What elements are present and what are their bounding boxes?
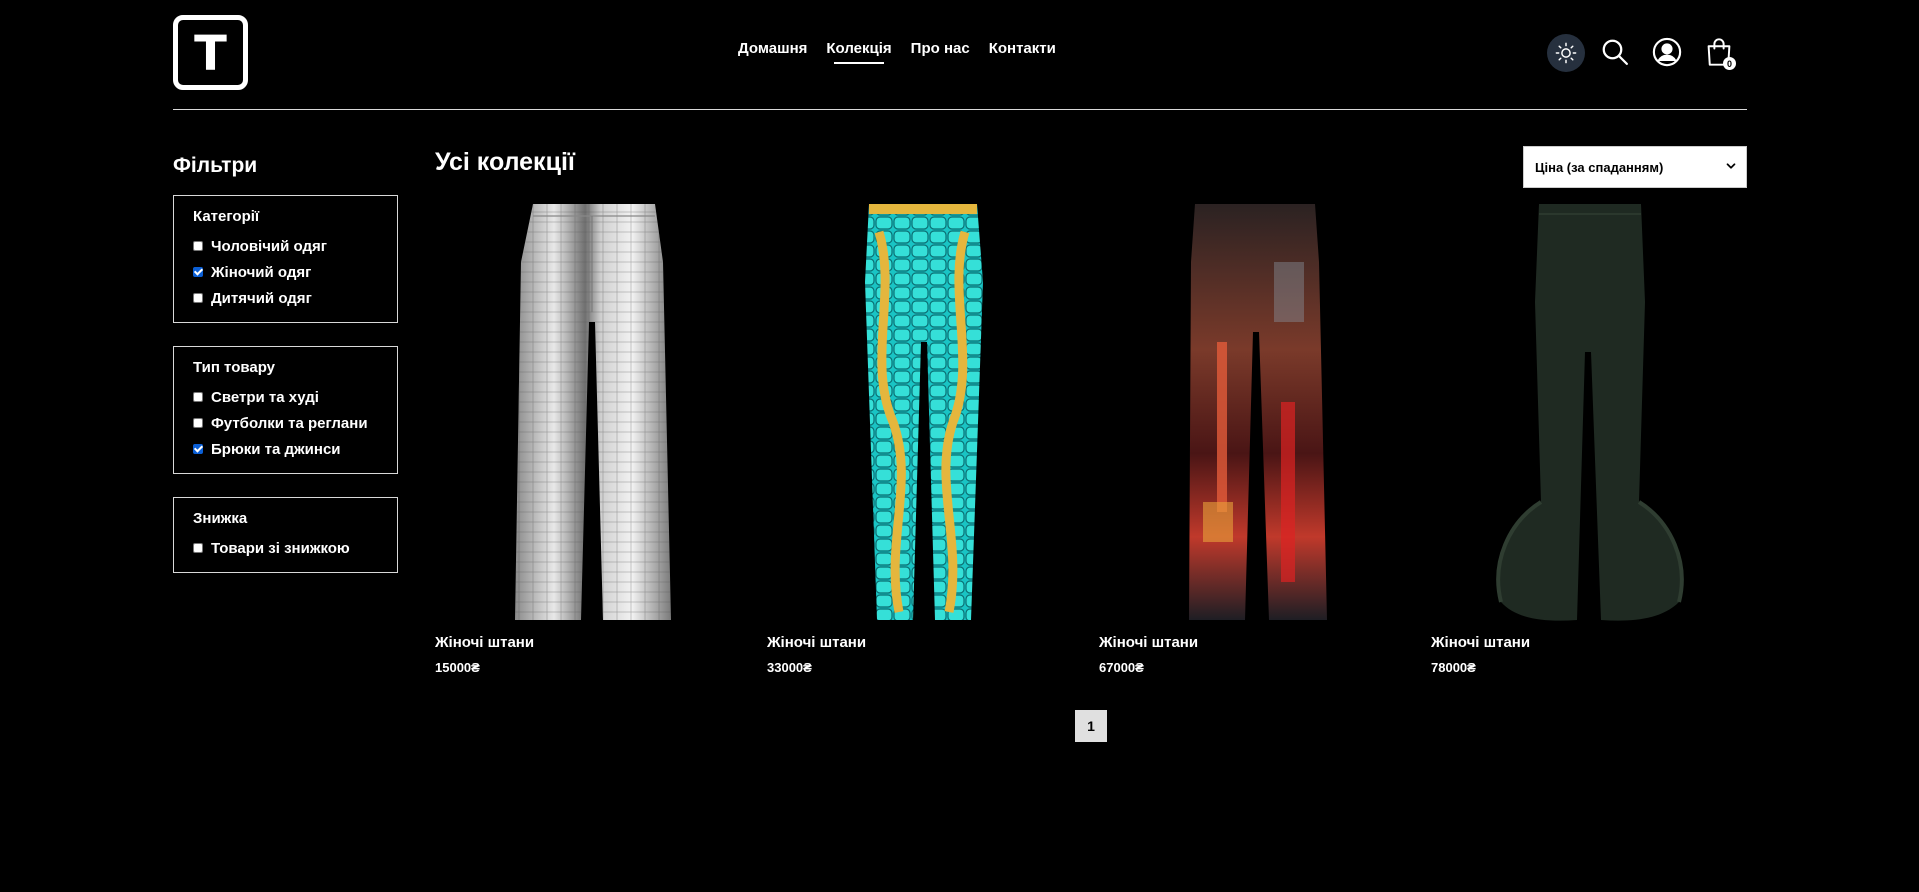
- product-grid: Жіночі штани 15000₴ Жіночі штани 33000₴ …: [435, 202, 1763, 675]
- product-price: 78000₴: [1431, 660, 1476, 675]
- filter-group-title: Тип товару: [193, 359, 276, 376]
- product-card[interactable]: Жіночі штани 67000₴: [1099, 202, 1431, 675]
- search-icon: [1602, 39, 1628, 65]
- filter-option-kids[interactable]: Дитячий одяг: [193, 285, 379, 311]
- sort-selected-value: Ціна (за спаданням): [1535, 159, 1664, 175]
- product-price: 67000₴: [1099, 660, 1144, 675]
- checkbox[interactable]: [193, 241, 203, 251]
- site-logo[interactable]: T: [173, 15, 248, 90]
- catalog-main: Усі колекції Ціна (за спаданням) Жіночі …: [435, 146, 1747, 675]
- product-price: 15000₴: [435, 660, 480, 675]
- pagination-page-button[interactable]: 1: [1075, 710, 1107, 742]
- product-name[interactable]: Жіночі штани: [767, 634, 1099, 651]
- checkbox[interactable]: [193, 392, 203, 402]
- product-image[interactable]: [1431, 202, 1748, 622]
- filter-option-label: Дитячий одяг: [211, 289, 312, 307]
- filter-group-discount: Знижка Товари зі знижкою: [173, 497, 398, 573]
- filters-title: Фільтри: [173, 154, 258, 177]
- filter-group-title: Знижка: [193, 510, 248, 527]
- filters-sidebar: Фільтри Категорії Чоловічий одяг Жіночий…: [173, 154, 398, 596]
- nav-link-home[interactable]: Домашня: [738, 40, 807, 57]
- neon-print-trousers-image: [1189, 204, 1327, 620]
- search-button[interactable]: [1597, 34, 1633, 70]
- cart-button[interactable]: 0: [1701, 34, 1737, 70]
- cart-count-badge: 0: [1723, 57, 1736, 70]
- chevron-down-icon: [1726, 163, 1736, 169]
- user-icon: [1652, 37, 1682, 67]
- product-price: 33000₴: [767, 660, 812, 675]
- account-button[interactable]: [1649, 34, 1685, 70]
- turquoise-leggings-image: [865, 204, 983, 620]
- logo-letter: T: [194, 25, 227, 82]
- checkbox-checked[interactable]: [193, 444, 203, 454]
- product-image[interactable]: [1099, 202, 1416, 622]
- filter-option-sweaters[interactable]: Светри та худі: [193, 384, 379, 410]
- checkbox-checked[interactable]: [193, 267, 203, 277]
- product-card[interactable]: Жіночі штани 33000₴: [767, 202, 1099, 675]
- product-name[interactable]: Жіночі штани: [1099, 634, 1431, 651]
- product-card[interactable]: Жіночі штани 78000₴: [1431, 202, 1763, 675]
- theme-toggle-button[interactable]: [1547, 34, 1585, 72]
- site-header: T Домашня Колекція Про нас Контакти 0: [173, 0, 1747, 110]
- filter-option-discounted[interactable]: Товари зі знижкою: [193, 535, 379, 561]
- sun-icon: [1555, 42, 1577, 64]
- product-image[interactable]: [767, 202, 1084, 622]
- filter-option-label: Футболки та реглани: [211, 414, 368, 432]
- checkbox[interactable]: [193, 293, 203, 303]
- filter-group-category: Категорії Чоловічий одяг Жіночий одяг Ди…: [173, 195, 398, 323]
- main-nav: Домашня Колекція Про нас Контакти: [738, 40, 1075, 64]
- silver-trousers-image: [515, 204, 671, 620]
- filter-option-trousers[interactable]: Брюки та джинси: [193, 436, 379, 462]
- product-name[interactable]: Жіночі штани: [435, 634, 767, 651]
- product-name[interactable]: Жіночі штани: [1431, 634, 1763, 651]
- nav-link-contacts[interactable]: Контакти: [989, 40, 1056, 57]
- filter-option-label: Чоловічий одяг: [211, 237, 328, 255]
- filter-group-product-type: Тип товару Светри та худі Футболки та ре…: [173, 346, 398, 474]
- filter-option-men[interactable]: Чоловічий одяг: [193, 233, 379, 259]
- filter-option-label: Жіночий одяг: [211, 263, 312, 281]
- sort-select[interactable]: Ціна (за спаданням): [1523, 146, 1747, 188]
- product-image[interactable]: [435, 202, 752, 622]
- green-ruffle-trousers-image: [1496, 204, 1684, 621]
- filter-group-title: Категорії: [193, 208, 260, 225]
- filter-option-label: Светри та худі: [211, 388, 319, 406]
- nav-link-collection[interactable]: Колекція: [826, 40, 892, 64]
- filter-option-women[interactable]: Жіночий одяг: [193, 259, 379, 285]
- checkbox[interactable]: [193, 543, 203, 553]
- nav-link-about[interactable]: Про нас: [911, 40, 970, 57]
- filter-option-label: Товари зі знижкою: [211, 539, 350, 557]
- product-card[interactable]: Жіночі штани 15000₴: [435, 202, 767, 675]
- checkbox[interactable]: [193, 418, 203, 428]
- filter-option-label: Брюки та джинси: [211, 440, 341, 458]
- filter-option-tshirts[interactable]: Футболки та реглани: [193, 410, 379, 436]
